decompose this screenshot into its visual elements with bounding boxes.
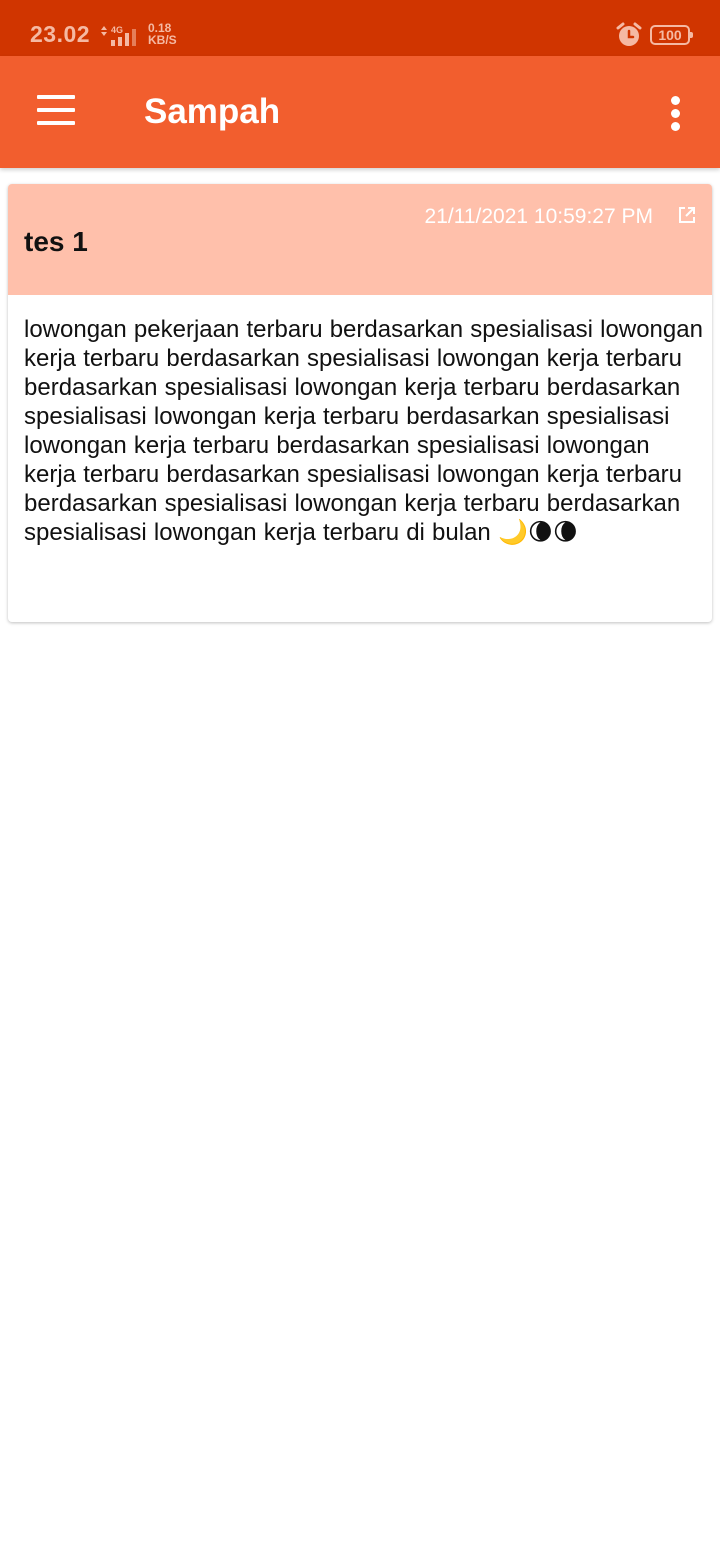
menu-icon[interactable] xyxy=(28,86,84,136)
speed-unit: KB/S xyxy=(148,33,177,47)
note-title: tes 1 xyxy=(24,226,88,257)
page-title: Sampah xyxy=(144,92,281,131)
app-bar: Sampah xyxy=(0,56,720,168)
status-bar: 23.02 4G 0.18 KB/S 100 xyxy=(0,0,720,56)
alarm-icon xyxy=(616,22,642,46)
note-date: 21/11/2021 10:59:27 PM xyxy=(424,205,653,228)
network-type: 4G xyxy=(111,25,123,35)
note-header: 21/11/2021 10:59:27 PM tes 1 xyxy=(8,184,712,295)
battery-icon: 100 xyxy=(650,25,693,45)
signal-icon: 4G xyxy=(101,25,136,46)
more-vert-icon[interactable] xyxy=(656,90,696,136)
network-speed: 0.18 KB/S xyxy=(148,22,177,46)
note-card[interactable]: 21/11/2021 10:59:27 PM tes 1 lowongan pe… xyxy=(8,184,712,622)
note-body: lowongan pekerjaan terbaru berdasarkan s… xyxy=(24,316,703,546)
open-external-icon[interactable] xyxy=(678,206,696,224)
status-time: 23.02 xyxy=(30,21,91,47)
